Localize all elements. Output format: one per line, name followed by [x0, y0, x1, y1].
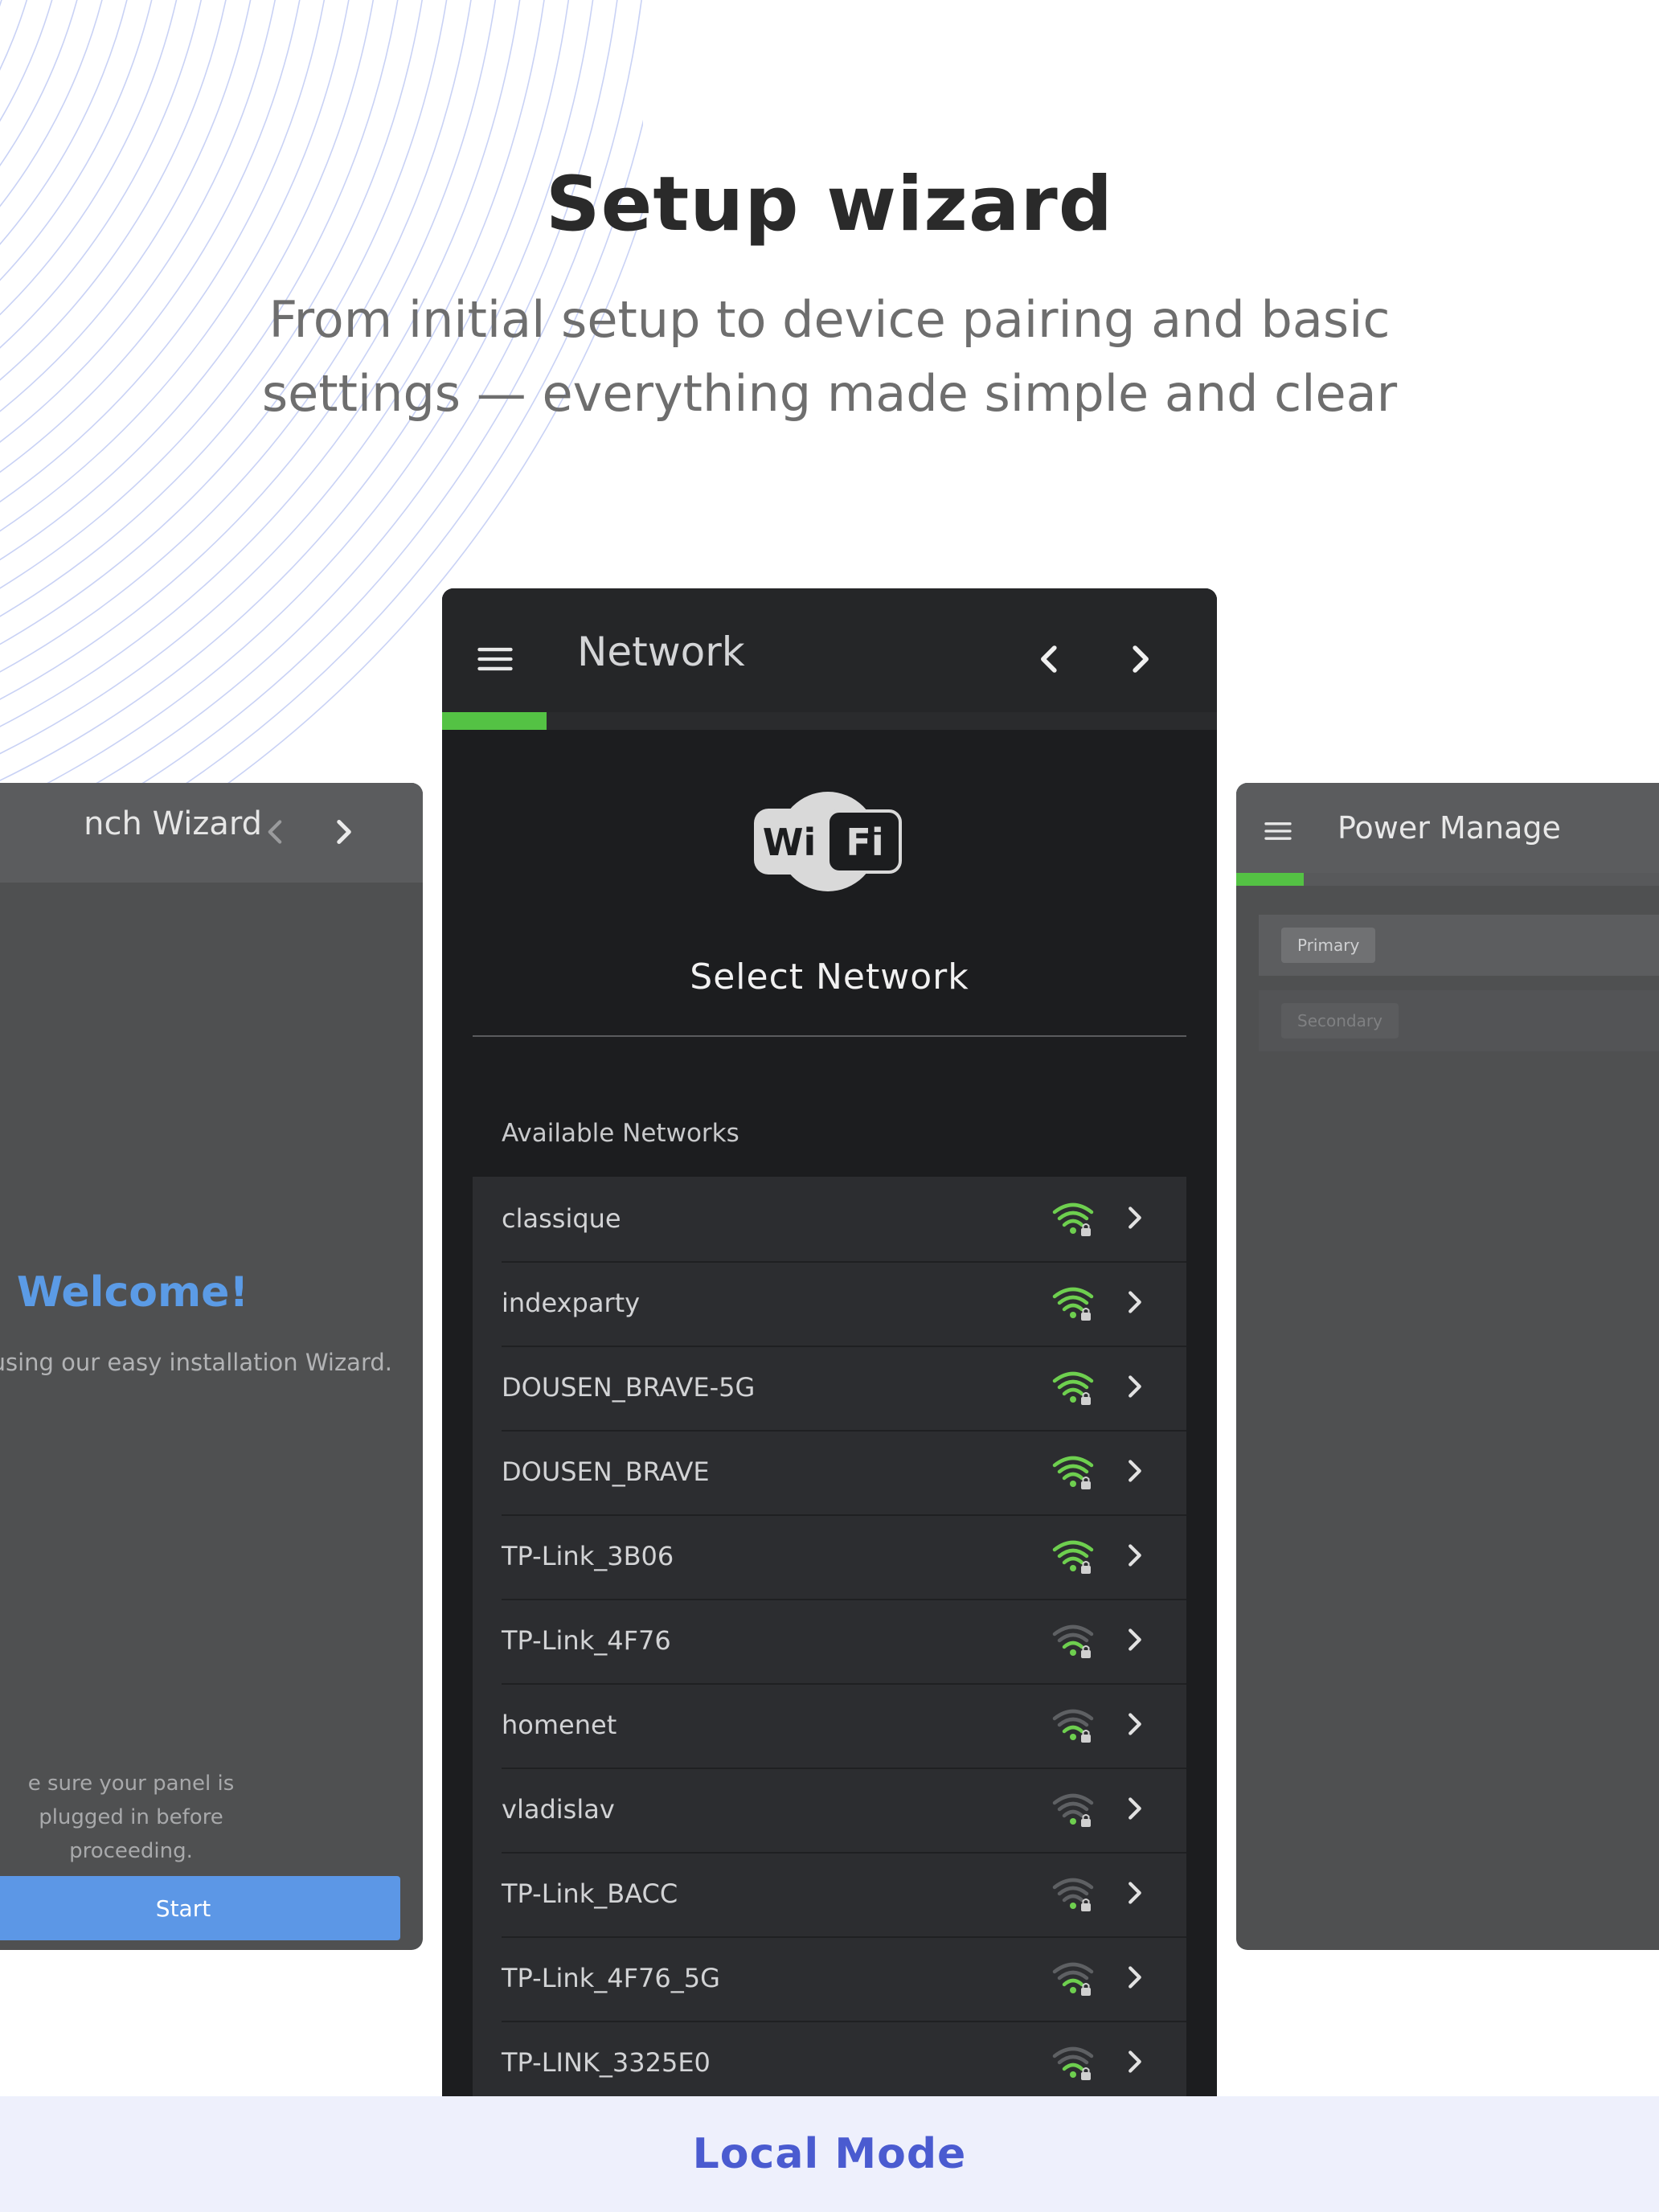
network-name: homenet	[502, 1710, 617, 1740]
wizard-progress-bar	[1236, 873, 1659, 886]
network-name: DOUSEN_BRAVE-5G	[502, 1372, 756, 1403]
wifi-lock-signal-icon	[1051, 1876, 1095, 1915]
network-item[interactable]: TP-Link_4F76_5G	[473, 1936, 1186, 2021]
network-name: TP-Link_4F76_5G	[502, 1963, 720, 1993]
wizard-progress-fill	[442, 712, 547, 730]
welcome-heading: Welcome!	[16, 1268, 249, 1317]
wifi-lock-signal-icon	[1051, 1538, 1095, 1577]
start-button[interactable]: Start	[0, 1876, 400, 1940]
chevron-right-icon	[1116, 1706, 1153, 1743]
network-item[interactable]: homenet	[473, 1683, 1186, 1768]
chevron-right-icon[interactable]	[1117, 637, 1162, 682]
network-item[interactable]: TP-LINK_3325E0	[473, 2021, 1186, 2096]
network-item[interactable]: indexparty	[473, 1261, 1186, 1346]
wifi-logo-right-text: Fi	[846, 821, 883, 864]
network-screen: Network Wi Fi Select Network Available N…	[442, 588, 1217, 2096]
network-header: Network	[442, 588, 1217, 730]
secondary-source-row[interactable]: Secondary	[1259, 990, 1659, 1051]
wifi-lock-signal-icon	[1051, 1370, 1095, 1408]
chevron-right-icon[interactable]	[323, 812, 363, 852]
network-item[interactable]: DOUSEN_BRAVE	[473, 1430, 1186, 1514]
chevron-right-icon	[1116, 1452, 1153, 1489]
wifi-lock-signal-icon	[1051, 1454, 1095, 1493]
network-name: TP-LINK_3325E0	[502, 2047, 711, 2078]
network-name: TP-Link_BACC	[502, 1878, 678, 1909]
power-header: Power Manage	[1236, 783, 1659, 886]
network-item[interactable]: vladislav	[473, 1768, 1186, 1852]
chevron-right-icon	[1116, 1284, 1153, 1321]
chevron-right-icon	[1116, 1959, 1153, 1996]
chevron-right-icon	[1116, 2043, 1153, 2080]
wifi-logo-left-text: Wi	[763, 821, 817, 864]
network-item[interactable]: classique	[473, 1177, 1186, 1261]
chevron-right-icon	[1116, 1874, 1153, 1911]
network-name: classique	[502, 1203, 621, 1234]
footer-banner: Local Mode	[0, 2096, 1659, 2212]
wizard-header: nch Wizard	[0, 783, 423, 883]
launch-wizard-screen: nch Wizard Welcome! y using our easy ins…	[0, 783, 423, 1950]
chevron-left-icon[interactable]	[1027, 637, 1072, 682]
primary-source-row[interactable]: Primary	[1259, 915, 1659, 976]
network-title: Network	[577, 629, 745, 675]
subtitle-line-1: From initial setup to device pairing and…	[268, 290, 1391, 349]
local-mode-label: Local Mode	[692, 2130, 967, 2178]
wifi-lock-signal-icon	[1051, 1707, 1095, 1746]
wifi-lock-signal-icon	[1051, 1960, 1095, 1999]
network-item[interactable]: TP-Link_4F76	[473, 1599, 1186, 1683]
note-line-2: proceeding.	[69, 1839, 193, 1863]
wifi-logo-icon: Wi Fi	[754, 792, 902, 891]
hamburger-menu-icon[interactable]	[1262, 815, 1294, 847]
network-item[interactable]: DOUSEN_BRAVE-5G	[473, 1346, 1186, 1430]
network-name: vladislav	[502, 1794, 615, 1825]
available-networks-label: Available Networks	[502, 1119, 739, 1148]
wifi-lock-signal-icon	[1051, 1623, 1095, 1661]
network-list: classique indexparty DOUSEN_BRAVE-5G DOUSEN…	[473, 1177, 1186, 2096]
wifi-lock-signal-icon	[1051, 1285, 1095, 1324]
secondary-tag: Secondary	[1281, 1003, 1399, 1038]
chevron-right-icon	[1116, 1537, 1153, 1574]
welcome-intro-text: y using our easy installation Wizard.	[0, 1349, 392, 1376]
wizard-title: nch Wizard	[84, 805, 262, 842]
wifi-lock-signal-icon	[1051, 1792, 1095, 1830]
subtitle-line-2: settings — everything made simple and cl…	[261, 364, 1398, 423]
network-name: indexparty	[502, 1288, 641, 1318]
network-name: TP-Link_3B06	[502, 1541, 674, 1571]
section-divider	[473, 1035, 1186, 1037]
chevron-left-icon[interactable]	[256, 812, 296, 852]
page-subtitle: From initial setup to device pairing and…	[0, 283, 1659, 431]
network-name: TP-Link_4F76	[502, 1625, 671, 1656]
network-item[interactable]: TP-Link_BACC	[473, 1852, 1186, 1936]
network-name: DOUSEN_BRAVE	[502, 1456, 710, 1487]
primary-tag: Primary	[1281, 928, 1376, 963]
page-title: Setup wizard	[545, 161, 1114, 248]
chevron-right-icon	[1116, 1790, 1153, 1827]
hamburger-menu-icon[interactable]	[474, 638, 516, 680]
chevron-right-icon	[1116, 1621, 1153, 1658]
chevron-right-icon	[1116, 1368, 1153, 1405]
note-line-1: e sure your panel is plugged in before	[27, 1772, 235, 1829]
power-title: Power Manage	[1337, 810, 1561, 846]
plug-in-note: e sure your panel is plugged in before pr…	[0, 1767, 278, 1868]
select-network-title: Select Network	[690, 956, 969, 997]
wifi-lock-signal-icon	[1051, 2045, 1095, 2083]
network-item[interactable]: TP-Link_3B06	[473, 1514, 1186, 1599]
wifi-lock-signal-icon	[1051, 1201, 1095, 1239]
power-manage-screen: Power Manage Primary Secondary	[1236, 783, 1659, 1950]
wizard-progress-fill	[1236, 873, 1304, 886]
chevron-right-icon	[1116, 1199, 1153, 1236]
wizard-progress-bar	[442, 712, 1217, 730]
